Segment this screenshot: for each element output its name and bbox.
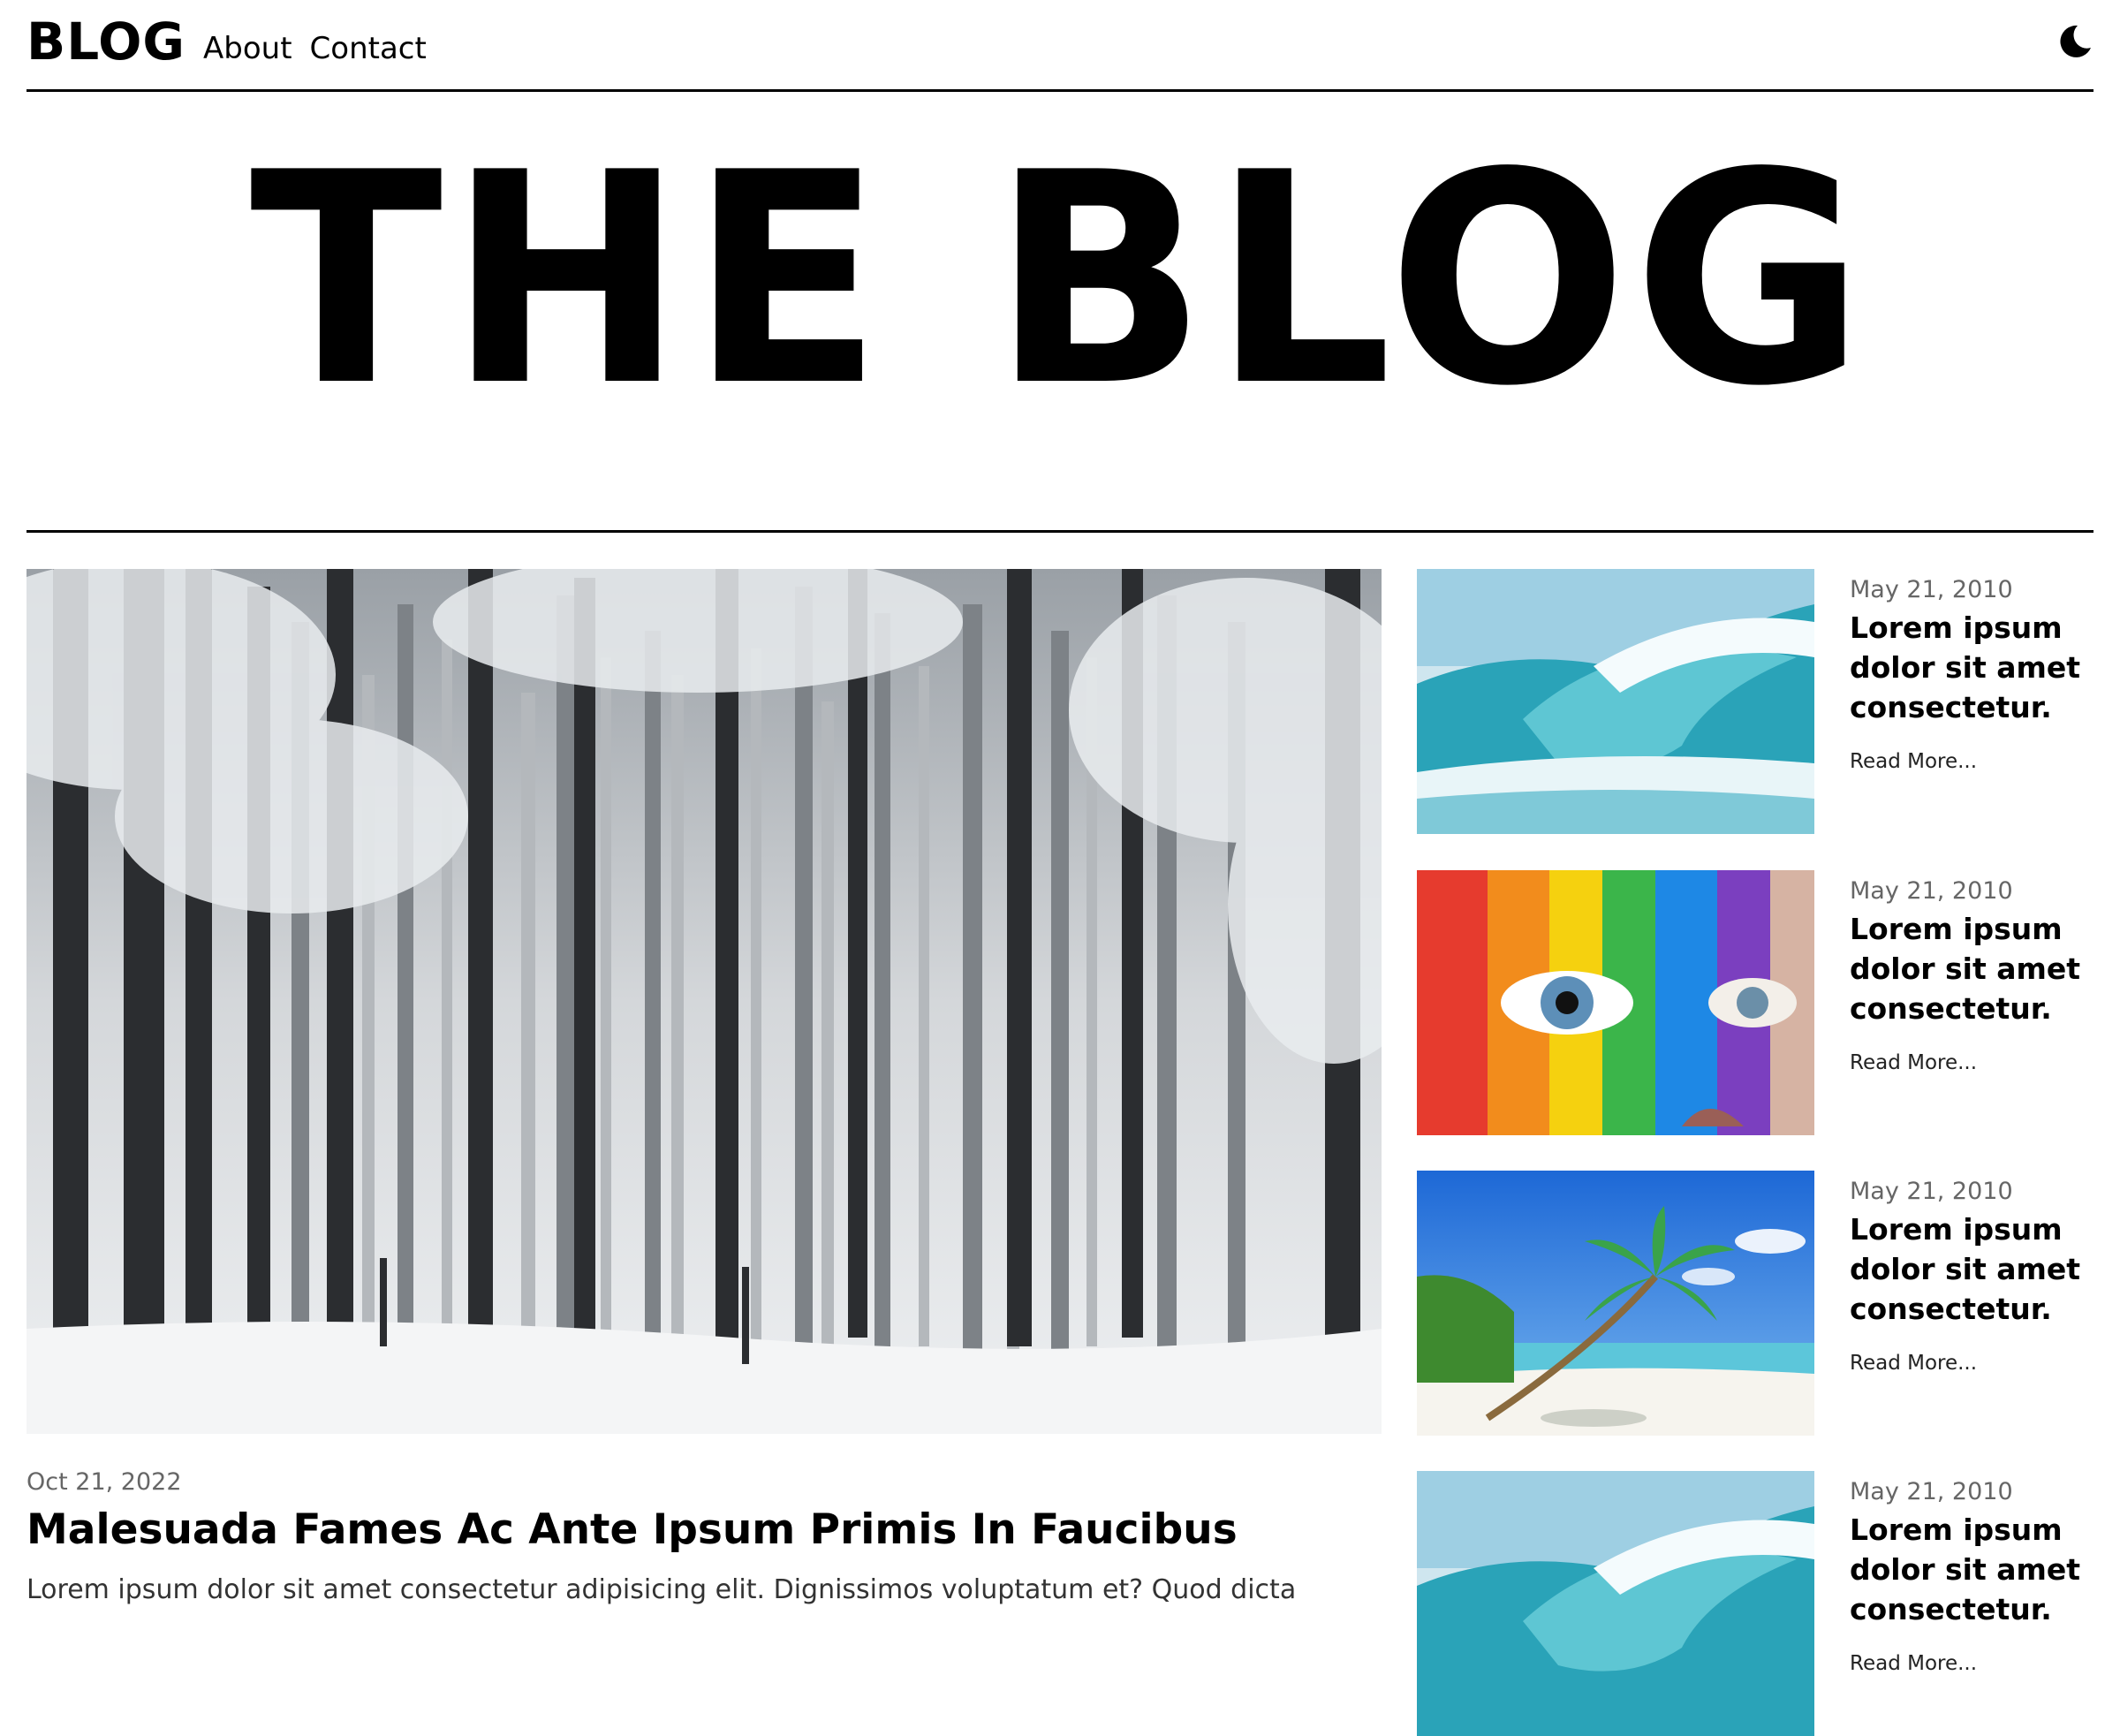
post-thumbnail-painted-face[interactable] bbox=[1417, 870, 1814, 1135]
post-meta: May 21, 2010 Lorem ipsum dolor sit amet … bbox=[1850, 1171, 2094, 1378]
post-meta: May 21, 2010 Lorem ipsum dolor sit amet … bbox=[1850, 569, 2094, 777]
main-nav: About Contact bbox=[203, 28, 427, 69]
post-title[interactable]: Lorem ipsum dolor sit amet consectetur. bbox=[1850, 608, 2094, 727]
hero-banner: THE BLOG bbox=[26, 92, 2094, 533]
post-title[interactable]: Lorem ipsum dolor sit amet consectetur. bbox=[1850, 909, 2094, 1028]
post-date: May 21, 2010 bbox=[1850, 1478, 2013, 1505]
page: BLOG About Contact THE BLOG Oct 21, 2022… bbox=[26, 0, 2094, 1736]
read-more-link[interactable]: Read More... bbox=[1850, 747, 1977, 777]
post-meta: May 21, 2010 Lorem ipsum dolor sit amet … bbox=[1850, 870, 2094, 1078]
read-more-link[interactable]: Read More... bbox=[1850, 1348, 1977, 1378]
moon-icon bbox=[2060, 25, 2091, 57]
read-more-link[interactable]: Read More... bbox=[1850, 1048, 1977, 1078]
post-meta: May 21, 2010 Lorem ipsum dolor sit amet … bbox=[1850, 1471, 2094, 1679]
theme-toggle-button[interactable] bbox=[2056, 23, 2094, 60]
post-title[interactable]: Lorem ipsum dolor sit amet consectetur. bbox=[1850, 1510, 2094, 1629]
post-date: May 21, 2010 bbox=[1850, 877, 2013, 905]
nav-link-about[interactable]: About bbox=[203, 28, 292, 69]
post-thumbnail-wave[interactable] bbox=[1417, 569, 1814, 834]
side-post-3[interactable]: May 21, 2010 Lorem ipsum dolor sit amet … bbox=[1417, 1171, 2094, 1436]
post-thumbnail-wave[interactable] bbox=[1417, 1471, 1814, 1736]
side-post-4[interactable]: May 21, 2010 Lorem ipsum dolor sit amet … bbox=[1417, 1471, 2094, 1736]
post-date: May 21, 2010 bbox=[1850, 1178, 2013, 1205]
post-title[interactable]: Lorem ipsum dolor sit amet consectetur. bbox=[1850, 1209, 2094, 1329]
featured-post-image[interactable] bbox=[26, 569, 1382, 1434]
featured-post-date: Oct 21, 2022 bbox=[26, 1468, 182, 1496]
top-navbar: BLOG About Contact bbox=[26, 0, 2094, 92]
post-thumbnail-beach[interactable] bbox=[1417, 1171, 1814, 1436]
side-post-1[interactable]: May 21, 2010 Lorem ipsum dolor sit amet … bbox=[1417, 569, 2094, 834]
featured-post-title[interactable]: Malesuada Fames Ac Ante Ipsum Primis In … bbox=[26, 1500, 1238, 1560]
side-post-2[interactable]: May 21, 2010 Lorem ipsum dolor sit amet … bbox=[1417, 870, 2094, 1135]
post-date: May 21, 2010 bbox=[1850, 576, 2013, 603]
site-logo[interactable]: BLOG bbox=[26, 11, 186, 72]
read-more-link[interactable]: Read More... bbox=[1850, 1649, 1977, 1679]
nav-link-contact[interactable]: Contact bbox=[310, 28, 427, 69]
hero-title: THE BLOG bbox=[249, 110, 1871, 450]
featured-post-excerpt: Lorem ipsum dolor sit amet consectetur a… bbox=[26, 1574, 1297, 1605]
